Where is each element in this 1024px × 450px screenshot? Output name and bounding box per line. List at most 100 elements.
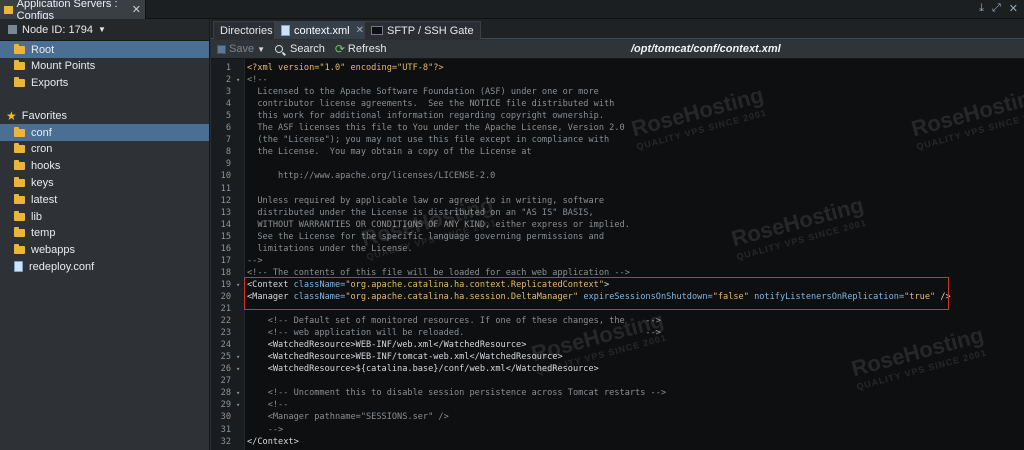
server-icon (8, 25, 17, 34)
tab-sftp-ssh[interactable]: SFTP / SSH Gate (364, 21, 481, 39)
save-label: Save (229, 43, 255, 55)
code-line: 17 --> (211, 255, 1024, 267)
tree-item-label: Mount Points (31, 60, 96, 73)
line-number: 5 (225, 111, 231, 122)
tab-label: context.xml (294, 24, 350, 37)
close-tab-icon[interactable]: ✕ (356, 25, 364, 36)
code-line: 6 The ASF licenses this file to You unde… (211, 122, 1024, 134)
tab-label: SFTP / SSH Gate (387, 24, 474, 37)
code-token: <WatchedResource> (247, 352, 356, 363)
folder-icon (14, 193, 25, 204)
tree-item-lib[interactable]: lib (0, 208, 209, 225)
tab-context-xml[interactable]: context.xml ✕ (274, 21, 372, 39)
app-tab[interactable]: Application Servers : Configs ✕ (0, 0, 146, 22)
code-line: 27 (211, 375, 1024, 387)
code-text: <WatchedResource>${catalina.base}/conf/w… (247, 363, 599, 375)
terminal-icon (371, 26, 383, 35)
tree-item-conf[interactable]: conf (0, 124, 209, 141)
tree-item-label: lib (31, 210, 43, 223)
code-token: WEB-INF/web.xml (355, 340, 434, 351)
fold-marker-icon[interactable]: ▾ (236, 279, 240, 291)
fold-marker-icon[interactable]: ▾ (236, 387, 240, 399)
code-token: <!-- (247, 75, 268, 86)
tree-item-latest[interactable]: latest (0, 191, 209, 208)
document-icon (281, 25, 290, 36)
tree-item-label: latest (31, 193, 58, 206)
line-number: 3 (225, 87, 231, 98)
editor-tabs: Directories context.xml ✕ SFTP / SSH Gat… (211, 19, 1024, 39)
code-line: 2 ▾ <!-- (211, 74, 1024, 86)
code-token: </WatchedResource> (505, 364, 599, 375)
tree-item-temp[interactable]: temp (0, 225, 209, 242)
line-number: 23 (220, 328, 231, 339)
code-token: <WatchedResource> (247, 340, 356, 351)
fold-marker-icon[interactable]: ▾ (236, 399, 240, 411)
code-text: </Context> (247, 436, 299, 448)
code-line: 11 (211, 183, 1024, 195)
code-token: <!-- Uncomment this to disable session p… (247, 388, 667, 399)
code-editor[interactable]: 1 <?xml version="1.0" encoding="UTF-8"?> 2… (211, 59, 1024, 450)
line-number: 9 (225, 159, 231, 170)
tree-item-redeploy-conf[interactable]: redeploy.conf (0, 258, 209, 275)
download-icon[interactable]: ⤓ (979, 2, 984, 15)
fold-marker-icon[interactable]: ▾ (236, 351, 240, 363)
code-line: 31 --> (211, 424, 1024, 436)
refresh-button[interactable]: ⟳ Refresh (335, 42, 387, 56)
code-token: --> (247, 255, 263, 266)
tab-label: Directories (220, 24, 273, 37)
close-window-icon[interactable]: ✕ (1009, 2, 1018, 15)
code-text: WITHOUT WARRANTIES OR CONDITIONS OF ANY … (247, 219, 630, 231)
tree-item-webapps[interactable]: webapps (0, 242, 209, 259)
line-number: 17 (220, 255, 231, 266)
tree-item-keys[interactable]: keys (0, 174, 209, 191)
node-selector[interactable]: Node ID: 1794 ▼ (0, 19, 209, 41)
folder-icon (14, 126, 25, 137)
tree-item-exports[interactable]: Exports (0, 75, 209, 92)
code-line: 3 Licensed to the Apache Software Founda… (211, 86, 1024, 98)
code-text: limitations under the License. (247, 243, 412, 255)
code-line: 4 contributor license agreements. See th… (211, 98, 1024, 110)
refresh-label: Refresh (347, 43, 387, 55)
code-line: 8 the License. You may obtain a copy of … (211, 146, 1024, 158)
save-button[interactable]: Save ▼ (217, 43, 265, 55)
tree-item-label: hooks (31, 160, 61, 173)
line-number: 6 (225, 123, 231, 134)
code-token: WITHOUT WARRANTIES OR CONDITIONS OF ANY … (247, 219, 630, 230)
line-number: 8 (225, 147, 231, 158)
code-text: Unless required by applicable law or agr… (247, 195, 604, 207)
fold-marker-icon[interactable]: ▾ (236, 363, 240, 375)
favorites-header[interactable]: ★ Favorites (0, 107, 209, 124)
expand-icon[interactable]: ⤢ (992, 2, 1001, 15)
line-number: 22 (220, 316, 231, 327)
code-line: 22 <!-- Default set of monitored resourc… (211, 315, 1024, 327)
code-token: </Context> (247, 436, 299, 447)
tree-item-cron[interactable]: cron (0, 141, 209, 158)
code-text: <!-- Uncomment this to disable session p… (247, 387, 666, 399)
search-icon (275, 45, 283, 53)
fold-marker-icon[interactable]: ▾ (236, 74, 240, 86)
tree-item-root[interactable]: Root (0, 41, 209, 58)
code-token: WEB-INF/tomcat-web.xml (355, 352, 470, 363)
folder-icon (14, 60, 25, 71)
code-line: 16 limitations under the License. (211, 243, 1024, 255)
code-token: ${catalina.base}/conf/web.xml (355, 364, 506, 375)
code-token: <!-- Default set of monitored resources.… (247, 316, 661, 327)
folder-icon (14, 210, 25, 221)
close-icon[interactable]: ✕ (132, 3, 141, 16)
search-button[interactable]: Search (275, 43, 325, 55)
app-window: Application Servers : Configs ✕ ⤓ ⤢ ✕ No… (0, 0, 1024, 450)
tree-item-mount-points[interactable]: Mount Points (0, 58, 209, 75)
line-number: 14 (220, 219, 231, 230)
tab-directories[interactable]: Directories (213, 21, 280, 39)
tree-item-label: Root (31, 43, 55, 56)
folder-icon (14, 244, 25, 255)
highlight-annotation (244, 277, 949, 310)
code-text: <!-- web application will be reloaded. -… (247, 327, 661, 339)
tree-item-hooks[interactable]: hooks (0, 158, 209, 175)
folder-icon (14, 227, 25, 238)
line-number: 31 (220, 424, 231, 435)
save-icon (217, 44, 226, 54)
tree-item-label: redeploy.conf (29, 260, 95, 273)
code-text: contributor license agreements. See the … (247, 98, 614, 110)
code-line: 29 ▾ <!-- (211, 399, 1024, 411)
